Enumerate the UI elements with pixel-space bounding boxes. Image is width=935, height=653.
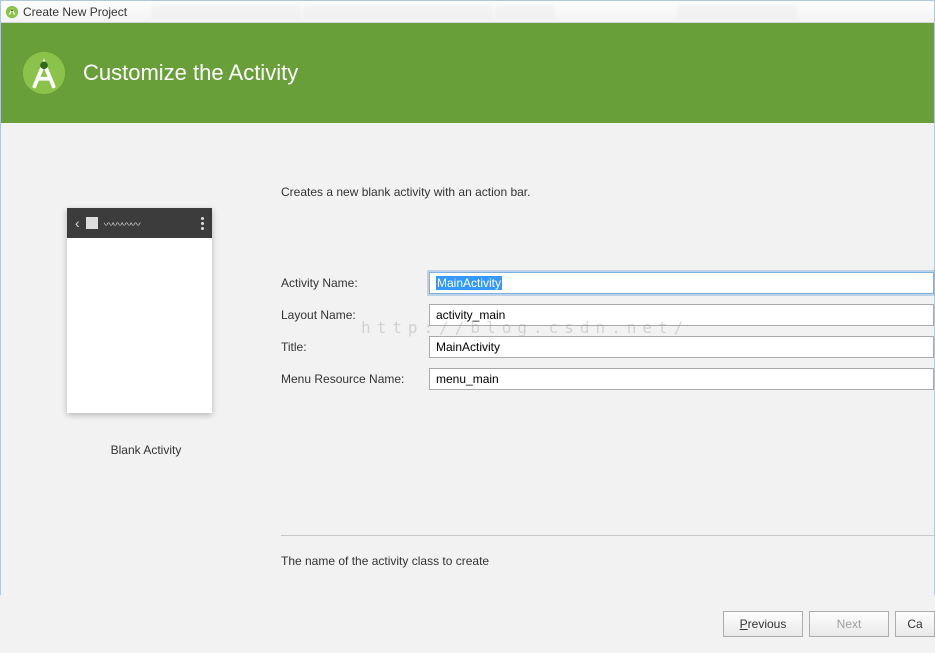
title-label: Title: xyxy=(281,340,429,354)
template-name: Blank Activity xyxy=(67,443,225,457)
wizard-header: Customize the Activity xyxy=(1,23,934,123)
layout-name-input[interactable] xyxy=(429,304,934,326)
background-tabs xyxy=(151,5,930,19)
form-column: Creates a new blank activity with an act… xyxy=(281,123,934,596)
next-button[interactable]: Next xyxy=(809,611,889,637)
preview-appbar: ‹ 〰〰〰〰 xyxy=(67,208,212,238)
title-row: Title: xyxy=(281,331,934,363)
activity-name-input[interactable]: MainActivity xyxy=(429,272,934,294)
activity-name-value: MainActivity xyxy=(436,276,502,290)
title-placeholder-icon: 〰〰〰〰 xyxy=(104,216,195,231)
android-studio-logo-icon xyxy=(21,50,67,96)
activity-preview: ‹ 〰〰〰〰 xyxy=(67,208,212,413)
menu-resource-label: Menu Resource Name: xyxy=(281,372,429,386)
window-title: Create New Project xyxy=(23,5,127,19)
page-title: Customize the Activity xyxy=(83,60,298,86)
menu-resource-input[interactable] xyxy=(429,368,934,390)
cancel-button[interactable]: Ca xyxy=(895,611,935,637)
activity-name-row: Activity Name: MainActivity xyxy=(281,267,934,299)
titlebar: Create New Project xyxy=(1,1,934,23)
divider xyxy=(281,535,934,536)
template-preview-column: ‹ 〰〰〰〰 Blank Activity xyxy=(67,208,225,457)
android-studio-icon xyxy=(5,5,19,19)
app-icon-placeholder xyxy=(86,217,98,229)
wizard-footer: Previous Next Ca xyxy=(0,595,935,653)
overflow-menu-icon xyxy=(201,217,204,230)
layout-name-label: Layout Name: xyxy=(281,308,429,322)
content-area: ‹ 〰〰〰〰 Blank Activity Creates a new blan… xyxy=(1,123,934,596)
previous-button[interactable]: Previous xyxy=(723,611,803,637)
template-description: Creates a new blank activity with an act… xyxy=(281,185,934,199)
activity-name-label: Activity Name: xyxy=(281,276,429,290)
layout-name-row: Layout Name: xyxy=(281,299,934,331)
back-chevron-icon: ‹ xyxy=(75,216,80,230)
field-hint: The name of the activity class to create xyxy=(281,554,934,568)
menu-resource-row: Menu Resource Name: xyxy=(281,363,934,395)
title-input[interactable] xyxy=(429,336,934,358)
